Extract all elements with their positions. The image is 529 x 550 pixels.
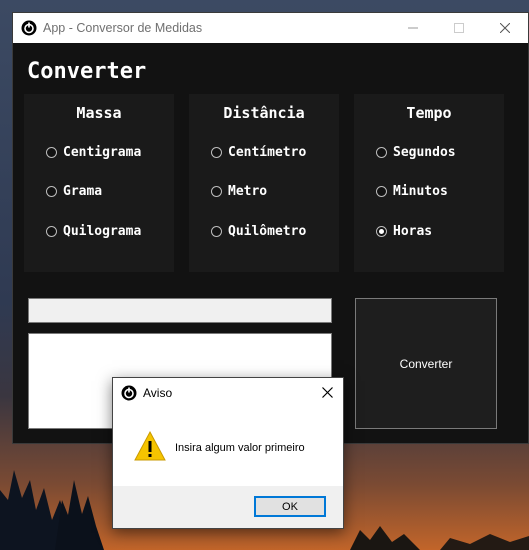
maximize-icon (454, 23, 464, 33)
radio-dot-selected[interactable] (376, 226, 387, 237)
radio-minutos[interactable]: Minutos (376, 184, 448, 199)
group-title: Tempo (406, 104, 452, 122)
radio-centigrama[interactable]: Centigrama (46, 145, 141, 160)
app-icon (21, 20, 37, 36)
dialog-footer: OK (113, 486, 343, 528)
radio-dot[interactable] (376, 186, 387, 197)
page-title: Converter (27, 59, 147, 84)
radio-dot[interactable] (46, 186, 57, 197)
app-icon (121, 385, 137, 400)
maximize-button[interactable] (436, 13, 482, 43)
radio-dot[interactable] (46, 147, 57, 158)
title-bar: App - Conversor de Medidas (13, 13, 528, 43)
window-title: App - Conversor de Medidas (43, 21, 203, 35)
radio-quilometro[interactable]: Quilômetro (211, 224, 306, 239)
radio-label: Metro (228, 184, 268, 199)
dialog-message: Insira algum valor primeiro (175, 442, 305, 454)
radio-label: Horas (393, 224, 433, 239)
radio-quilograma[interactable]: Quilograma (46, 224, 141, 239)
radio-grama[interactable]: Grama (46, 184, 102, 199)
radio-label: Centímetro (228, 145, 307, 160)
radio-metro[interactable]: Metro (211, 184, 267, 199)
close-button[interactable] (482, 13, 528, 43)
radio-label: Centigrama (63, 145, 142, 160)
group-title: Massa (76, 104, 122, 122)
radio-label: Segundos (393, 145, 456, 160)
group-tempo: Tempo Segundos Minutos Horas (354, 94, 504, 272)
radio-dot[interactable] (211, 147, 222, 158)
radio-centimetro[interactable]: Centímetro (211, 145, 306, 160)
warning-icon (134, 430, 166, 461)
dialog-title-bar: Aviso (113, 378, 343, 407)
dialog-title: Aviso (143, 385, 173, 400)
close-icon (321, 387, 333, 398)
ok-button[interactable]: OK (254, 496, 326, 517)
radio-label: Quilograma (63, 224, 142, 239)
group-title: Distância (223, 104, 305, 122)
radio-horas[interactable]: Horas (376, 224, 432, 239)
minimize-button[interactable] (390, 13, 436, 43)
dialog-close-button[interactable] (311, 378, 343, 407)
radio-dot[interactable] (211, 186, 222, 197)
close-icon (500, 23, 510, 33)
radio-dot[interactable] (376, 147, 387, 158)
radio-label: Minutos (393, 184, 448, 199)
group-massa: Massa Centigrama Grama Quilograma (24, 94, 174, 272)
value-input[interactable] (28, 298, 332, 323)
radio-label: Quilômetro (228, 224, 307, 239)
radio-label: Grama (63, 184, 103, 199)
radio-dot[interactable] (46, 226, 57, 237)
alert-dialog: Aviso Insira algum valor primeiro OK (112, 377, 344, 529)
group-distancia: Distância Centímetro Metro Quilômetro (189, 94, 339, 272)
radio-dot[interactable] (211, 226, 222, 237)
radio-segundos[interactable]: Segundos (376, 145, 456, 160)
convert-button[interactable]: Converter (355, 298, 497, 429)
minimize-icon (408, 27, 418, 29)
